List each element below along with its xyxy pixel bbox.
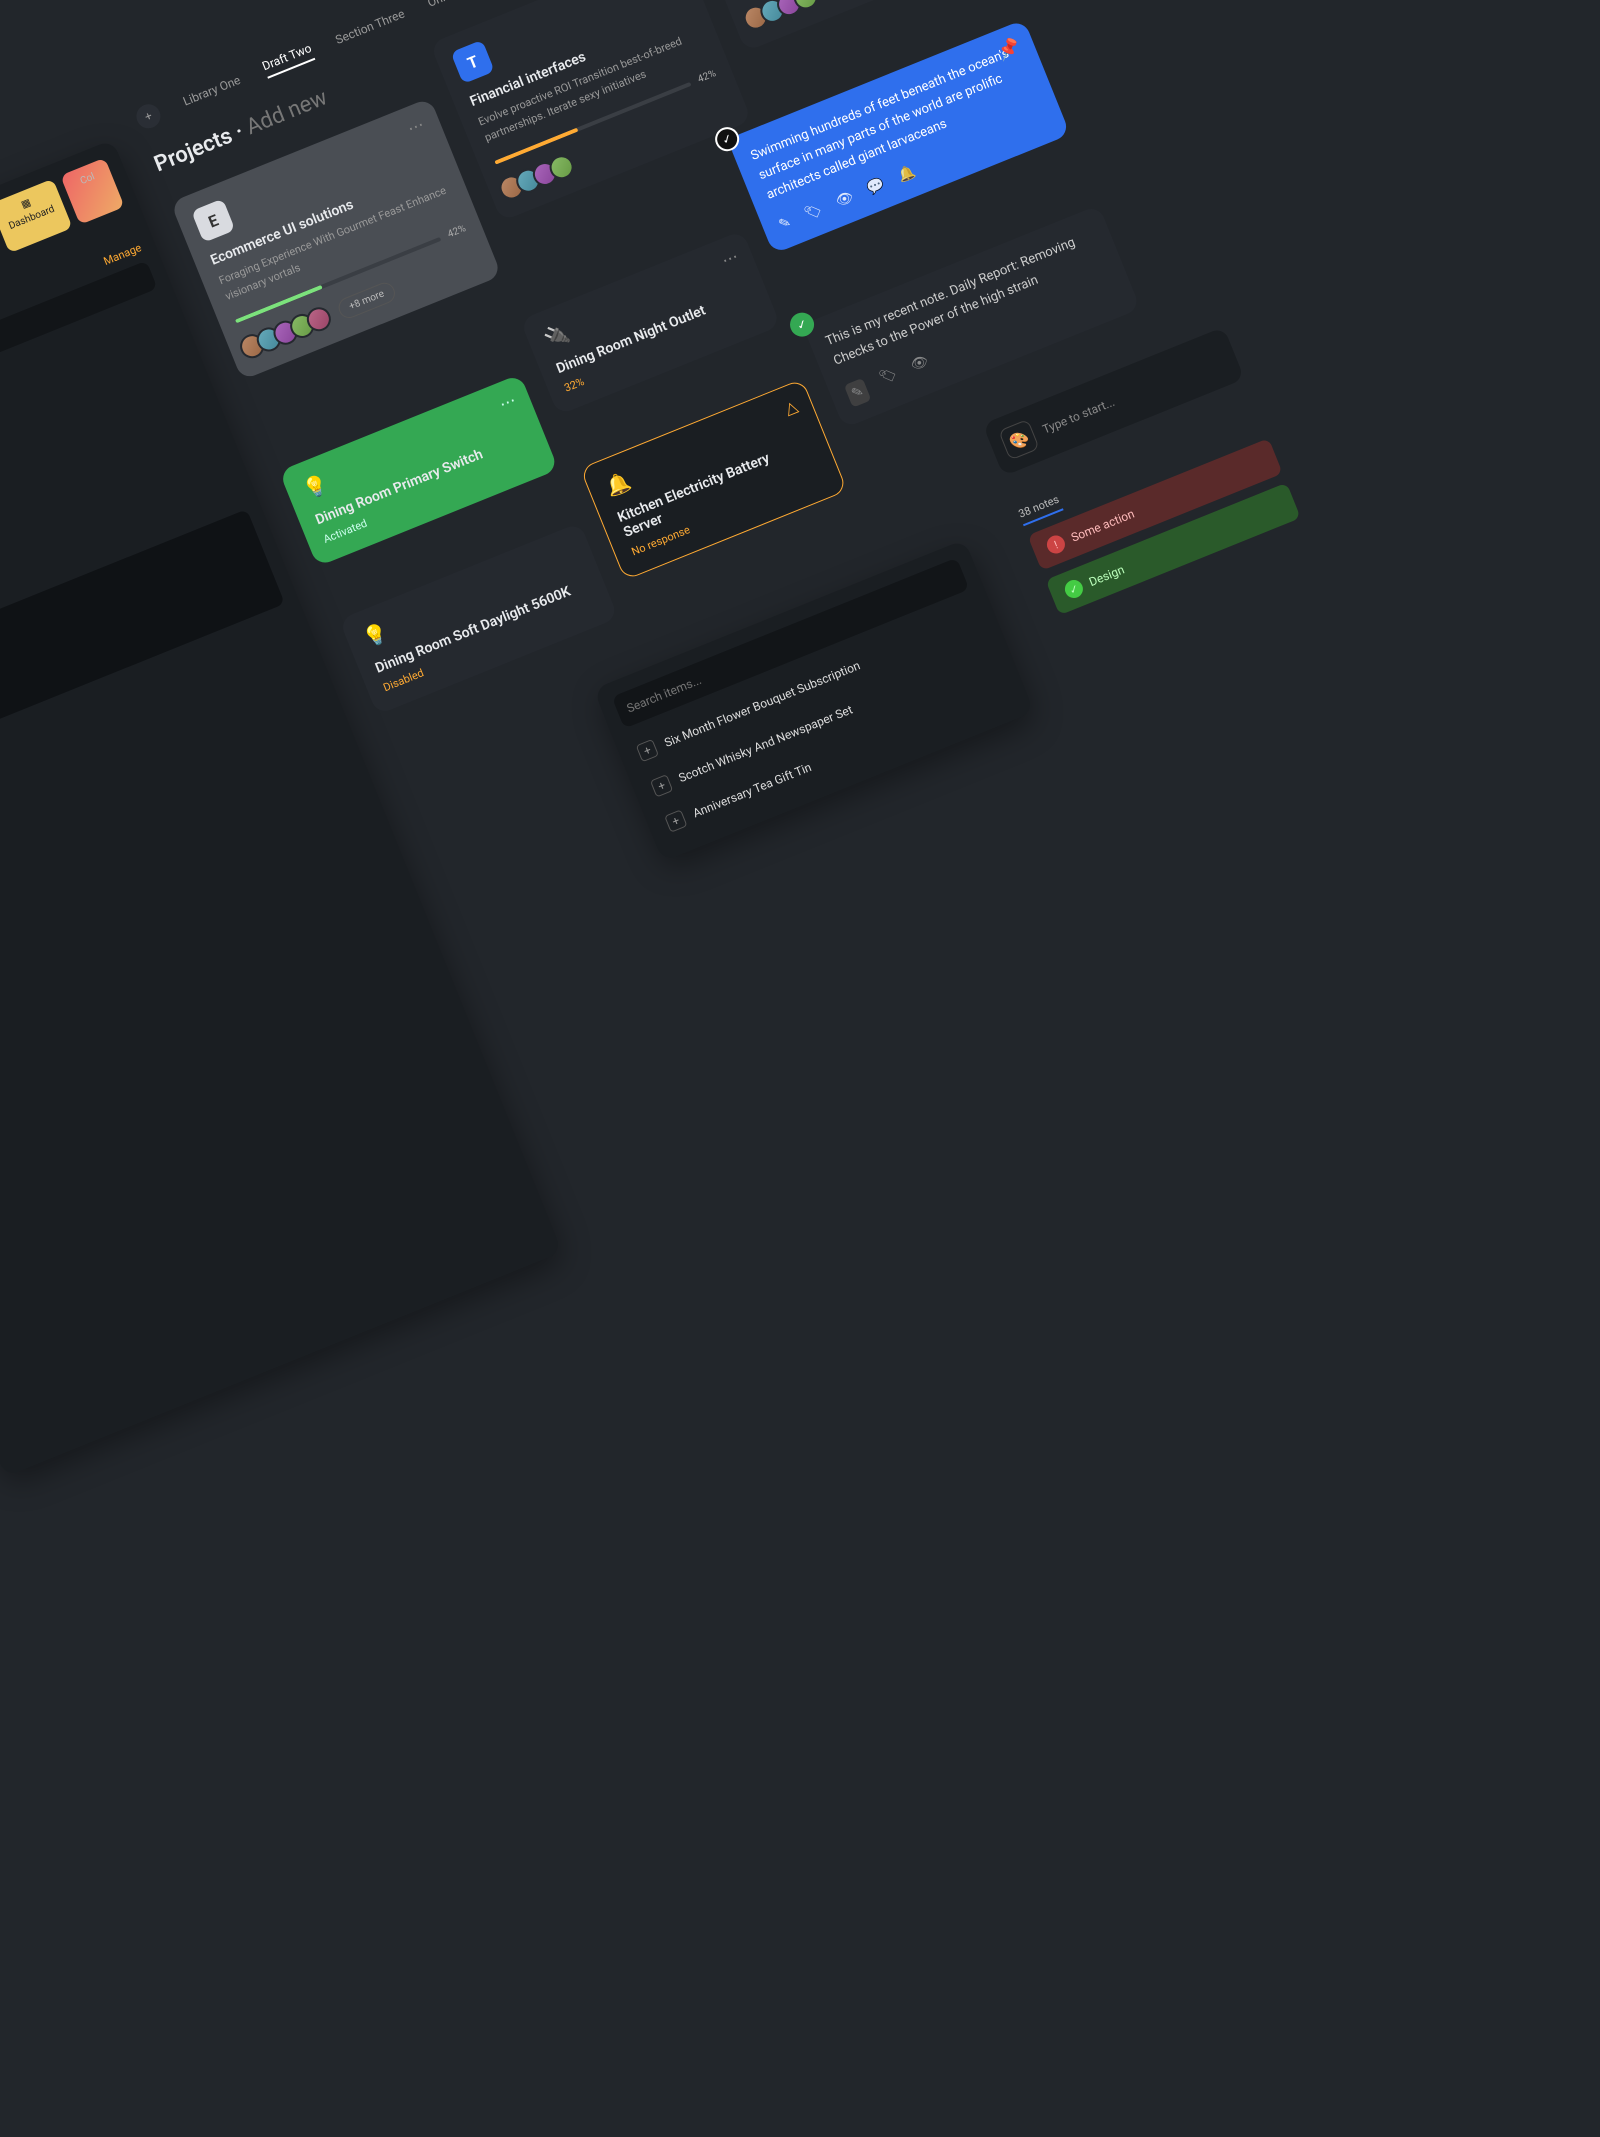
check-icon: ✓ (1062, 577, 1085, 600)
eye-icon[interactable]: 👁 (834, 189, 856, 210)
edit-icon[interactable]: ✎ (844, 378, 871, 408)
device-night-outlet[interactable]: ⋯ 🔌 Dining Room Night Outlet 32% (520, 230, 781, 415)
chat-icon[interactable]: 💬 (865, 177, 887, 198)
eye-icon[interactable]: 👁 (908, 352, 933, 381)
device-soft-daylight[interactable]: 💡 Dining Room Soft Daylight 5600K Disabl… (339, 522, 619, 715)
bell-icon[interactable]: 🔔 (896, 164, 918, 185)
search-panel: +Six Month Flower Bouquet Subscription +… (593, 539, 1034, 861)
tab-draft[interactable]: Draft Two (260, 41, 315, 79)
grid-icon: ▦ (20, 197, 33, 211)
tag-icon[interactable]: 🏷 (802, 202, 824, 223)
project-badge: E (191, 198, 235, 242)
tab-onhover[interactable]: Onhover (425, 0, 471, 10)
device-primary-switch[interactable]: ⋯ 💡 Dining Room Primary Switch Activated (279, 374, 559, 567)
more-members-button[interactable]: +8 more (335, 279, 397, 321)
project-card-a[interactable]: A UX for dashboards Productize ubiquitou… (680, 0, 996, 51)
project-badge: T (451, 40, 495, 84)
palette-icon[interactable]: 🎨 (998, 419, 1040, 461)
card-more-icon[interactable]: ⋯ (405, 114, 429, 138)
error-icon: ! (1044, 533, 1067, 556)
add-item-icon[interactable]: + (664, 809, 687, 832)
check-icon: ✓ (786, 309, 817, 340)
tag-icon[interactable]: 🏷 (877, 365, 902, 394)
add-project-link[interactable]: Add new (243, 85, 331, 140)
add-item-icon[interactable]: + (636, 739, 659, 762)
project-card-t[interactable]: ⋯ T Financial interfaces Evolve proactiv… (430, 0, 752, 222)
tab-section[interactable]: Section Three (333, 7, 406, 47)
add-item-icon[interactable]: + (650, 774, 673, 797)
dashboard-button[interactable]: ▦Dashboard (0, 179, 73, 254)
notes-count[interactable]: 38 notes (1017, 493, 1064, 527)
tab-library[interactable]: Library One (181, 73, 242, 109)
note-card-blue[interactable]: ✓ 📌 Swimming hundreds of feet beneath th… (727, 19, 1070, 254)
add-tab-button[interactable]: + (133, 101, 164, 132)
device-kitchen-battery[interactable]: △ 🔔 Kitchen Electricity Battery Server N… (580, 378, 848, 580)
edit-icon[interactable]: ✎ (777, 214, 794, 233)
col-button[interactable]: Col (60, 158, 124, 225)
